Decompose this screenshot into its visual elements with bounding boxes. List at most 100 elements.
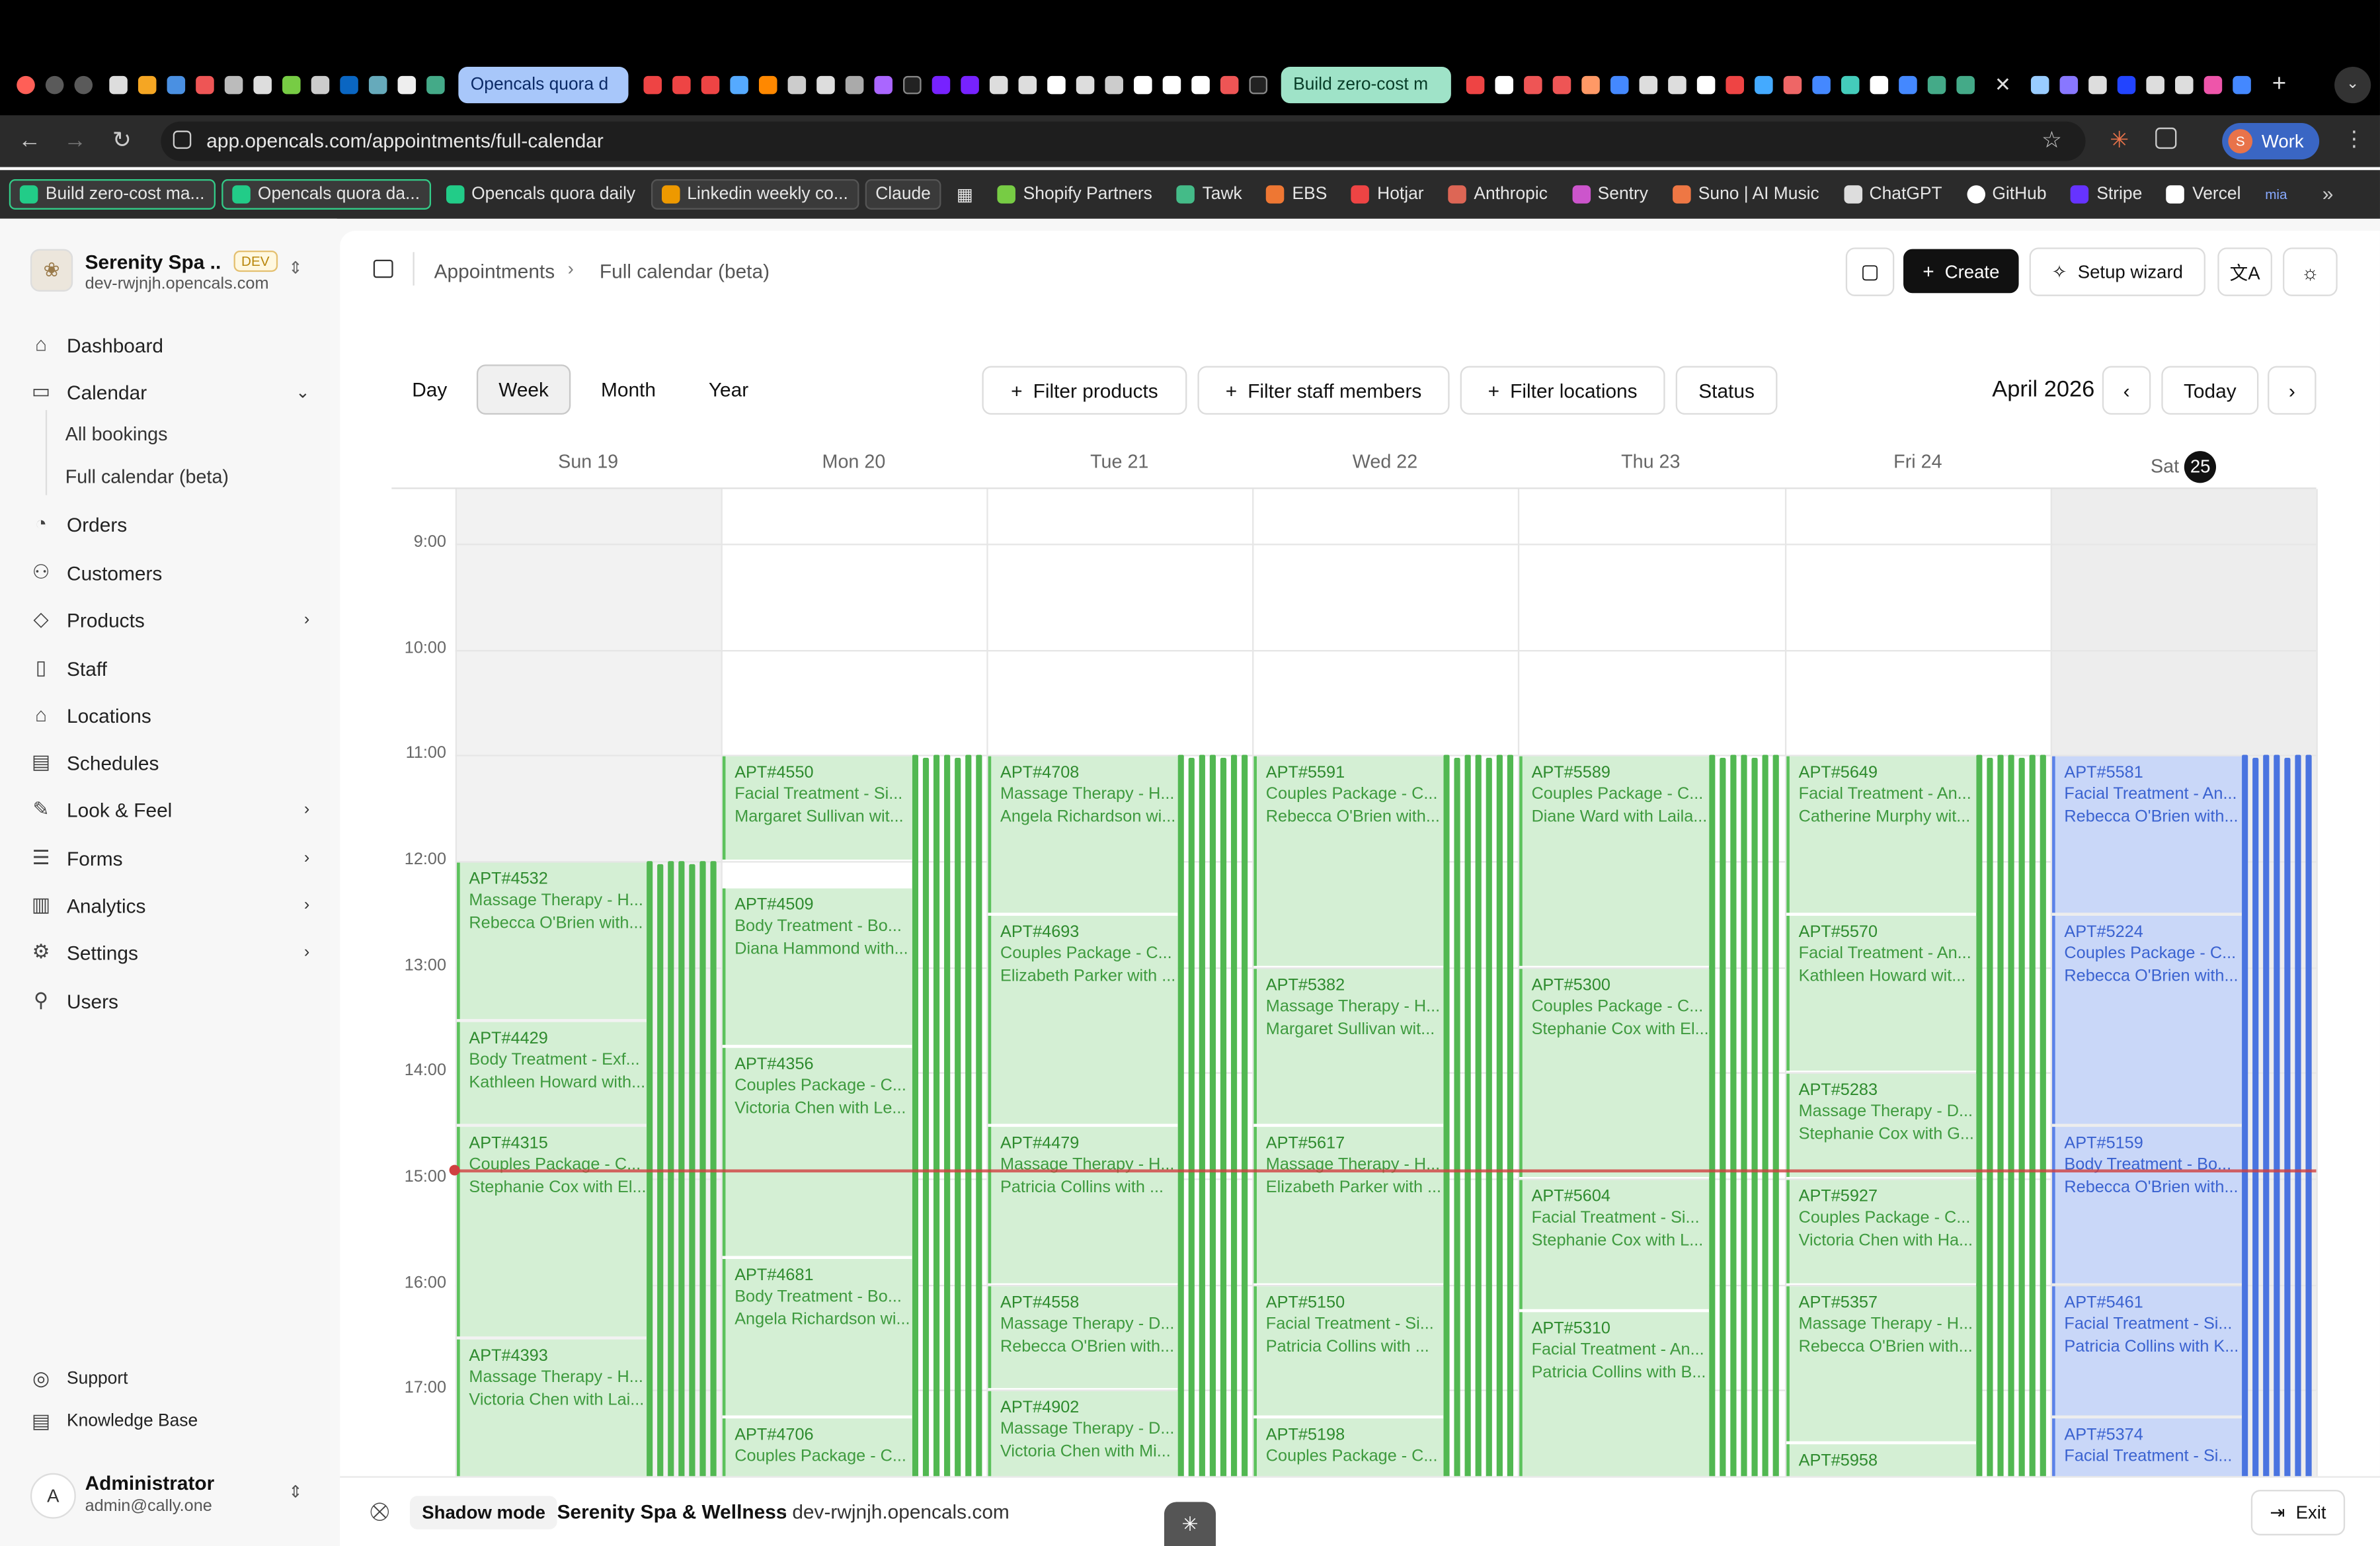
calendar-icon: ▭ — [31, 380, 51, 403]
bookmark-item[interactable]: Shopify Partners — [988, 179, 1162, 210]
bookmark-item[interactable]: mia — [2256, 179, 2296, 210]
minimize-window-button[interactable] — [45, 75, 64, 95]
browser-tab-build-zero-cost[interactable]: Build zero-cost m — [1281, 67, 1451, 104]
view-month-tab[interactable]: Month — [584, 366, 672, 415]
nav-knowledge-base[interactable]: ▤ Knowledge Base — [30, 1404, 309, 1438]
more-bookmarks-icon[interactable]: » — [2322, 183, 2334, 205]
view-label: Day — [412, 378, 448, 401]
claude-extension-icon[interactable]: ✳ — [2110, 126, 2129, 153]
form-icon: ☰ — [32, 846, 50, 869]
exit-icon: ⇥ — [2270, 1502, 2285, 1524]
bookmark-item[interactable]: Linkedin weekly co... — [651, 179, 859, 210]
setup-wizard-button[interactable]: ✧ Setup wizard — [2029, 247, 2205, 296]
back-icon[interactable]: ← — [19, 128, 41, 153]
maximize-window-button[interactable] — [74, 75, 93, 95]
nav-forms[interactable]: ☰ Forms › — [30, 841, 310, 875]
view-label: Year — [708, 378, 749, 401]
workspace-domain: dev-rwjnjh.opencals.com — [85, 274, 269, 294]
nav-all-bookings[interactable]: All bookings — [65, 424, 168, 445]
bookmark-label: Sentry — [1597, 185, 1649, 204]
nav-dashboard[interactable]: ⌂ Dashboard — [30, 328, 309, 362]
nav-locations[interactable]: ⌂ Locations — [30, 698, 309, 732]
today-label: Today — [2183, 379, 2237, 402]
workspace-switcher-icon[interactable]: ⇕ — [288, 258, 302, 278]
browser-menu-icon[interactable]: ⋮ — [2344, 126, 2365, 152]
nav-analytics[interactable]: ▥ Analytics › — [30, 889, 310, 922]
site-info-icon[interactable] — [173, 130, 192, 149]
view-day-tab[interactable]: Day — [391, 366, 467, 415]
previous-period-button[interactable]: ‹ — [2102, 366, 2151, 415]
filter-locations-button[interactable]: + Filter locations — [1460, 366, 1665, 415]
new-tab-icon[interactable]: + — [2272, 71, 2286, 99]
user-icon: ⚲ — [34, 989, 48, 1012]
users-icon: ⚇ — [32, 560, 50, 583]
create-button[interactable]: + Create — [1903, 249, 2019, 294]
tab-search-chevron-icon[interactable]: ⌄ — [2334, 67, 2371, 104]
nav-customers[interactable]: ⚇ Customers — [30, 556, 309, 590]
filter-label: Filter staff members — [1248, 379, 1422, 402]
bookmark-item[interactable]: EBS — [1257, 179, 1336, 210]
book-icon: ▤ — [31, 1409, 51, 1432]
bookmark-item[interactable]: Stripe — [2062, 179, 2152, 210]
bookmark-item[interactable]: Suno | AI Music — [1663, 179, 1829, 210]
bookmark-item[interactable]: Opencals quora daily — [436, 179, 645, 210]
profile-button[interactable]: S Work — [2222, 123, 2320, 160]
filter-staff-button[interactable]: + Filter staff members — [1197, 366, 1450, 415]
exit-shadow-mode-button[interactable]: ⇥ Exit — [2250, 1490, 2346, 1535]
url-text: app.opencals.com/appointments/full-calen… — [206, 129, 604, 152]
bookmark-item[interactable]: Opencals quora da... — [221, 179, 431, 210]
view-week-tab[interactable]: Week — [476, 364, 571, 415]
breadcrumb-appointments[interactable]: Appointments — [434, 260, 555, 282]
nav-users[interactable]: ⚲ Users — [30, 984, 309, 1018]
bookmark-item[interactable]: Vercel — [2157, 179, 2250, 210]
gear-icon: ⚙ — [32, 940, 50, 963]
nav-full-calendar[interactable]: Full calendar (beta) — [65, 466, 229, 487]
bookmark-item[interactable]: Sentry — [1563, 179, 1657, 210]
reload-icon[interactable]: ↻ — [112, 126, 132, 153]
chevron-right-icon: › — [303, 610, 310, 629]
bookmark-item[interactable]: Claude — [865, 179, 941, 210]
nav-label: Schedules — [67, 751, 159, 774]
url-input[interactable]: app.opencals.com/appointments/full-calen… — [161, 121, 2086, 161]
sidebar-toggle-icon[interactable] — [373, 259, 393, 278]
bookmark-star-icon[interactable]: ☆ — [2042, 126, 2062, 153]
close-window-button[interactable] — [17, 75, 35, 95]
bookmark-item[interactable]: Hotjar — [1342, 179, 1433, 210]
bookmark-label: Build zero-cost ma... — [45, 185, 205, 204]
bookmark-item[interactable]: ChatGPT — [1835, 179, 1952, 210]
tag-icon: ◇ — [33, 607, 49, 631]
theme-toggle-button[interactable]: ☼ — [2283, 247, 2338, 296]
nav-schedules[interactable]: ▤ Schedules — [30, 746, 309, 780]
status-filter-button[interactable]: Status — [1675, 366, 1778, 415]
filter-products-button[interactable]: + Filter products — [982, 366, 1187, 415]
bookmark-item[interactable]: GitHub — [1958, 179, 2056, 210]
nav-support[interactable]: ◎ Support — [30, 1362, 309, 1396]
nav-label: Staff — [67, 657, 107, 680]
nav-look-feel[interactable]: ✎ Look & Feel › — [30, 793, 309, 827]
close-tab-icon[interactable]: ✕ — [1995, 73, 2011, 97]
next-period-button[interactable]: › — [2268, 366, 2317, 415]
assistant-launcher-icon[interactable]: ✳ — [1164, 1502, 1216, 1546]
user-menu-icon[interactable]: ⇕ — [288, 1483, 302, 1502]
today-button[interactable]: Today — [2161, 366, 2259, 415]
brush-icon: ✎ — [32, 797, 50, 821]
nav-staff[interactable]: ▯ Staff — [30, 651, 309, 685]
incognito-icon: ⛒ — [370, 1500, 389, 1522]
dev-badge: DEV — [233, 250, 278, 272]
export-button[interactable]: ▢ — [1845, 247, 1895, 296]
plus-icon: + — [1011, 379, 1023, 402]
nav-settings[interactable]: ⚙ Settings › — [30, 936, 310, 969]
nav-calendar[interactable]: ▭ Calendar ⌄ — [30, 375, 310, 409]
bookmark-item[interactable]: Tawk — [1168, 179, 1251, 210]
forward-icon[interactable]: → — [63, 128, 86, 153]
apps-grid-icon[interactable]: ▦ — [947, 179, 982, 210]
sidebar: ❀ Serenity Spa ... DEV dev-rwjnjh.openca… — [0, 218, 337, 1546]
view-year-tab[interactable]: Year — [691, 366, 767, 415]
browser-tab-opencals[interactable]: Opencals quora d — [458, 67, 629, 104]
bookmark-item[interactable]: Build zero-cost ma... — [9, 179, 216, 210]
bookmark-item[interactable]: Anthropic — [1439, 179, 1557, 210]
extensions-icon[interactable] — [2155, 127, 2177, 149]
language-button[interactable]: 文A — [2217, 247, 2272, 296]
nav-orders[interactable]: ◔ Orders — [30, 507, 309, 541]
nav-products[interactable]: ◇ Products › — [30, 603, 310, 637]
